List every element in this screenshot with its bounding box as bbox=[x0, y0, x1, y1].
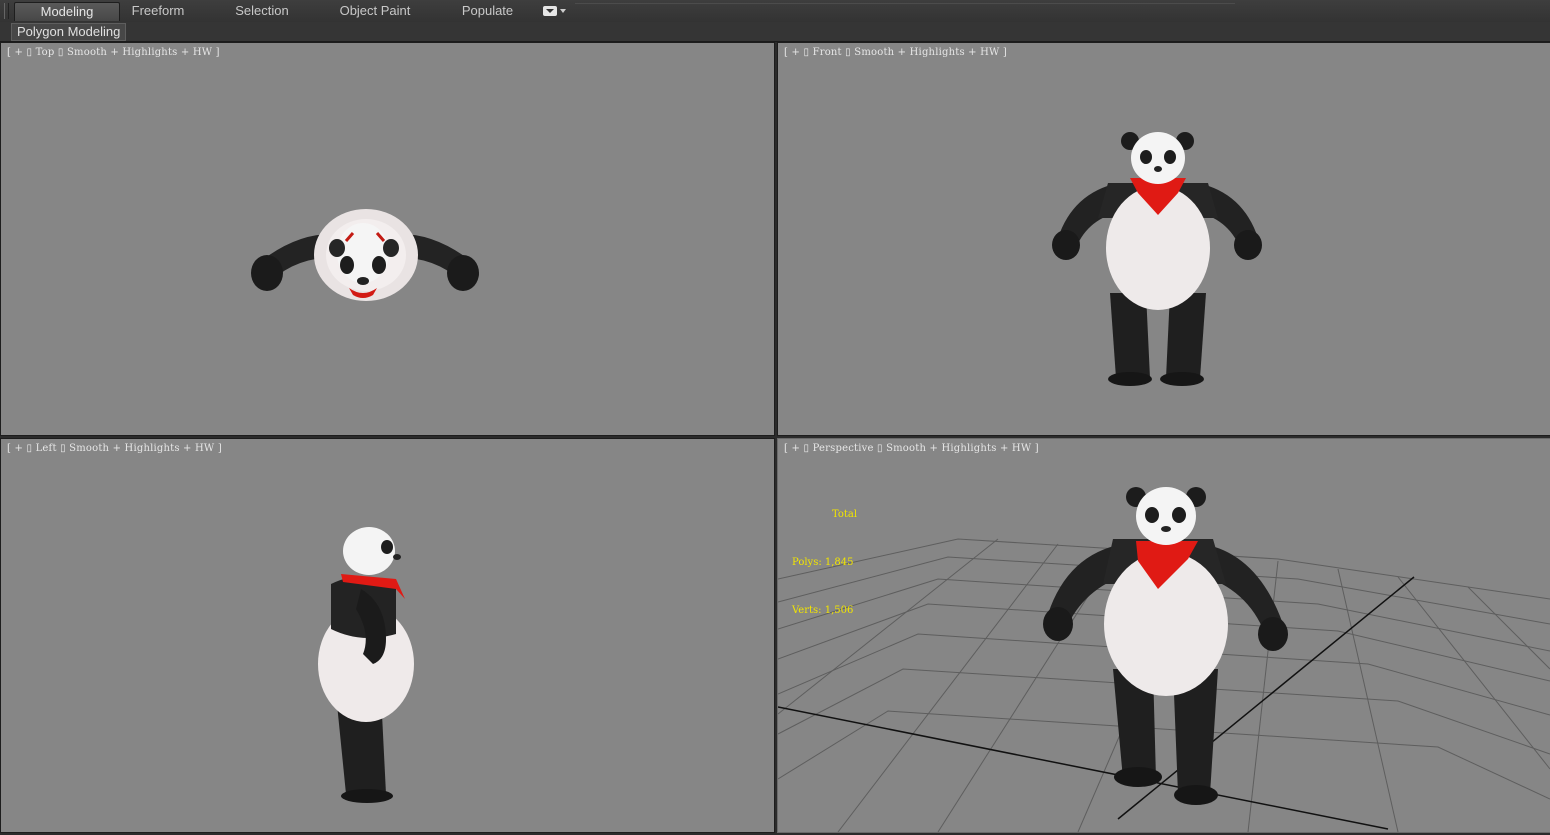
tab-populate[interactable]: Populate bbox=[450, 2, 525, 20]
stats-polys-label: Polys: bbox=[792, 557, 822, 568]
label-separator: ▯ bbox=[803, 443, 810, 454]
stats-verts-row: Verts: 1,506 bbox=[792, 603, 857, 619]
ribbon-grip-handle[interactable] bbox=[4, 3, 9, 19]
panda-perspective-view bbox=[1043, 487, 1288, 805]
viewport-menu-plus[interactable]: + bbox=[792, 443, 801, 454]
viewport-top[interactable]: [ + ▯ Top ▯ Smooth + Highlights + HW ] bbox=[0, 42, 775, 436]
stats-title: Total bbox=[832, 509, 858, 520]
panel-polygon-modeling[interactable]: Polygon Modeling bbox=[11, 23, 127, 41]
ribbon-panel-bar: Polygon Modeling bbox=[0, 22, 1550, 42]
ribbon-divider bbox=[575, 3, 1235, 4]
panda-side-view bbox=[318, 527, 414, 803]
label-bracket: [ bbox=[784, 443, 789, 454]
ribbon-tabs-bar: Modeling Freeform Selection Object Paint… bbox=[0, 0, 1550, 23]
viewport-shading-menu[interactable]: Smooth + Highlights + HW bbox=[886, 443, 1031, 454]
stats-verts-label: Verts: bbox=[792, 605, 822, 616]
tab-selection[interactable]: Selection bbox=[222, 2, 302, 20]
viewport-perspective[interactable]: [ + ▯ Perspective ▯ Smooth + Highlights … bbox=[777, 438, 1550, 833]
viewport-front[interactable]: [ + ▯ Front ▯ Smooth + Highlights + HW ] bbox=[777, 42, 1550, 436]
customize-ribbon-icon[interactable] bbox=[543, 5, 567, 18]
stats-polys-value: 1,845 bbox=[824, 557, 854, 568]
tab-modeling[interactable]: Modeling bbox=[14, 2, 120, 21]
stats-polys-row: Polys: 1,845 bbox=[792, 555, 857, 571]
viewport-left[interactable]: [ + ▯ Left ▯ Smooth + Highlights + HW ] bbox=[0, 438, 775, 833]
panda-front-view bbox=[1052, 132, 1262, 386]
viewport-label-perspective: [ + ▯ Perspective ▯ Smooth + Highlights … bbox=[784, 443, 1039, 454]
stats-verts-value: 1,506 bbox=[824, 605, 854, 616]
tab-freeform[interactable]: Freeform bbox=[118, 2, 198, 20]
perspective-grid bbox=[778, 487, 1550, 832]
tab-object-paint[interactable]: Object Paint bbox=[330, 2, 420, 20]
label-separator: ▯ bbox=[876, 443, 883, 454]
panda-top-view bbox=[251, 209, 479, 301]
label-bracket: ] bbox=[1034, 443, 1039, 454]
viewport-statistics: Total Polys: 1,845 Verts: 1,506 bbox=[792, 475, 857, 651]
viewport-point-of-view-menu[interactable]: Perspective bbox=[813, 443, 874, 454]
